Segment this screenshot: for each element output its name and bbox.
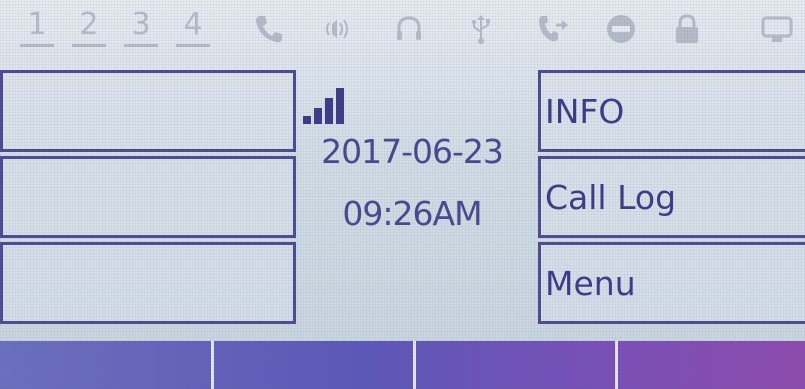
function-key-2[interactable]: [214, 341, 416, 389]
time-display: 09:26AM: [342, 194, 482, 233]
function-key-bar: [0, 341, 805, 389]
handset-icon: [252, 12, 286, 46]
do-not-disturb-icon: [604, 12, 638, 46]
lock-icon: [670, 12, 704, 46]
status-bar: 1 2 3 4: [0, 0, 805, 62]
phone-lcd-screen: 1 2 3 4 2017-06-23 09:26AM INFO Call Log…: [0, 0, 805, 389]
function-key-4[interactable]: [618, 341, 805, 389]
line-3-indicator[interactable]: 3: [124, 6, 158, 47]
function-key-1[interactable]: [0, 341, 214, 389]
date-display: 2017-06-23: [321, 132, 504, 171]
menu-softkey[interactable]: Menu: [538, 242, 805, 324]
speaker-icon: [320, 12, 354, 46]
signal-strength-icon: [303, 86, 351, 124]
left-softkey-3[interactable]: [0, 242, 296, 324]
call-forward-icon: [536, 12, 570, 46]
line-1-indicator[interactable]: 1: [20, 6, 54, 47]
usb-icon: [464, 12, 498, 46]
line-4-indicator[interactable]: 4: [176, 6, 210, 47]
left-softkey-1[interactable]: [0, 70, 296, 152]
network-icon: [760, 12, 794, 46]
line-2-indicator[interactable]: 2: [72, 6, 106, 47]
headset-icon: [392, 12, 426, 46]
call-log-softkey[interactable]: Call Log: [538, 156, 805, 238]
left-softkey-2[interactable]: [0, 156, 296, 238]
function-key-3[interactable]: [416, 341, 618, 389]
info-softkey[interactable]: INFO: [538, 70, 805, 152]
